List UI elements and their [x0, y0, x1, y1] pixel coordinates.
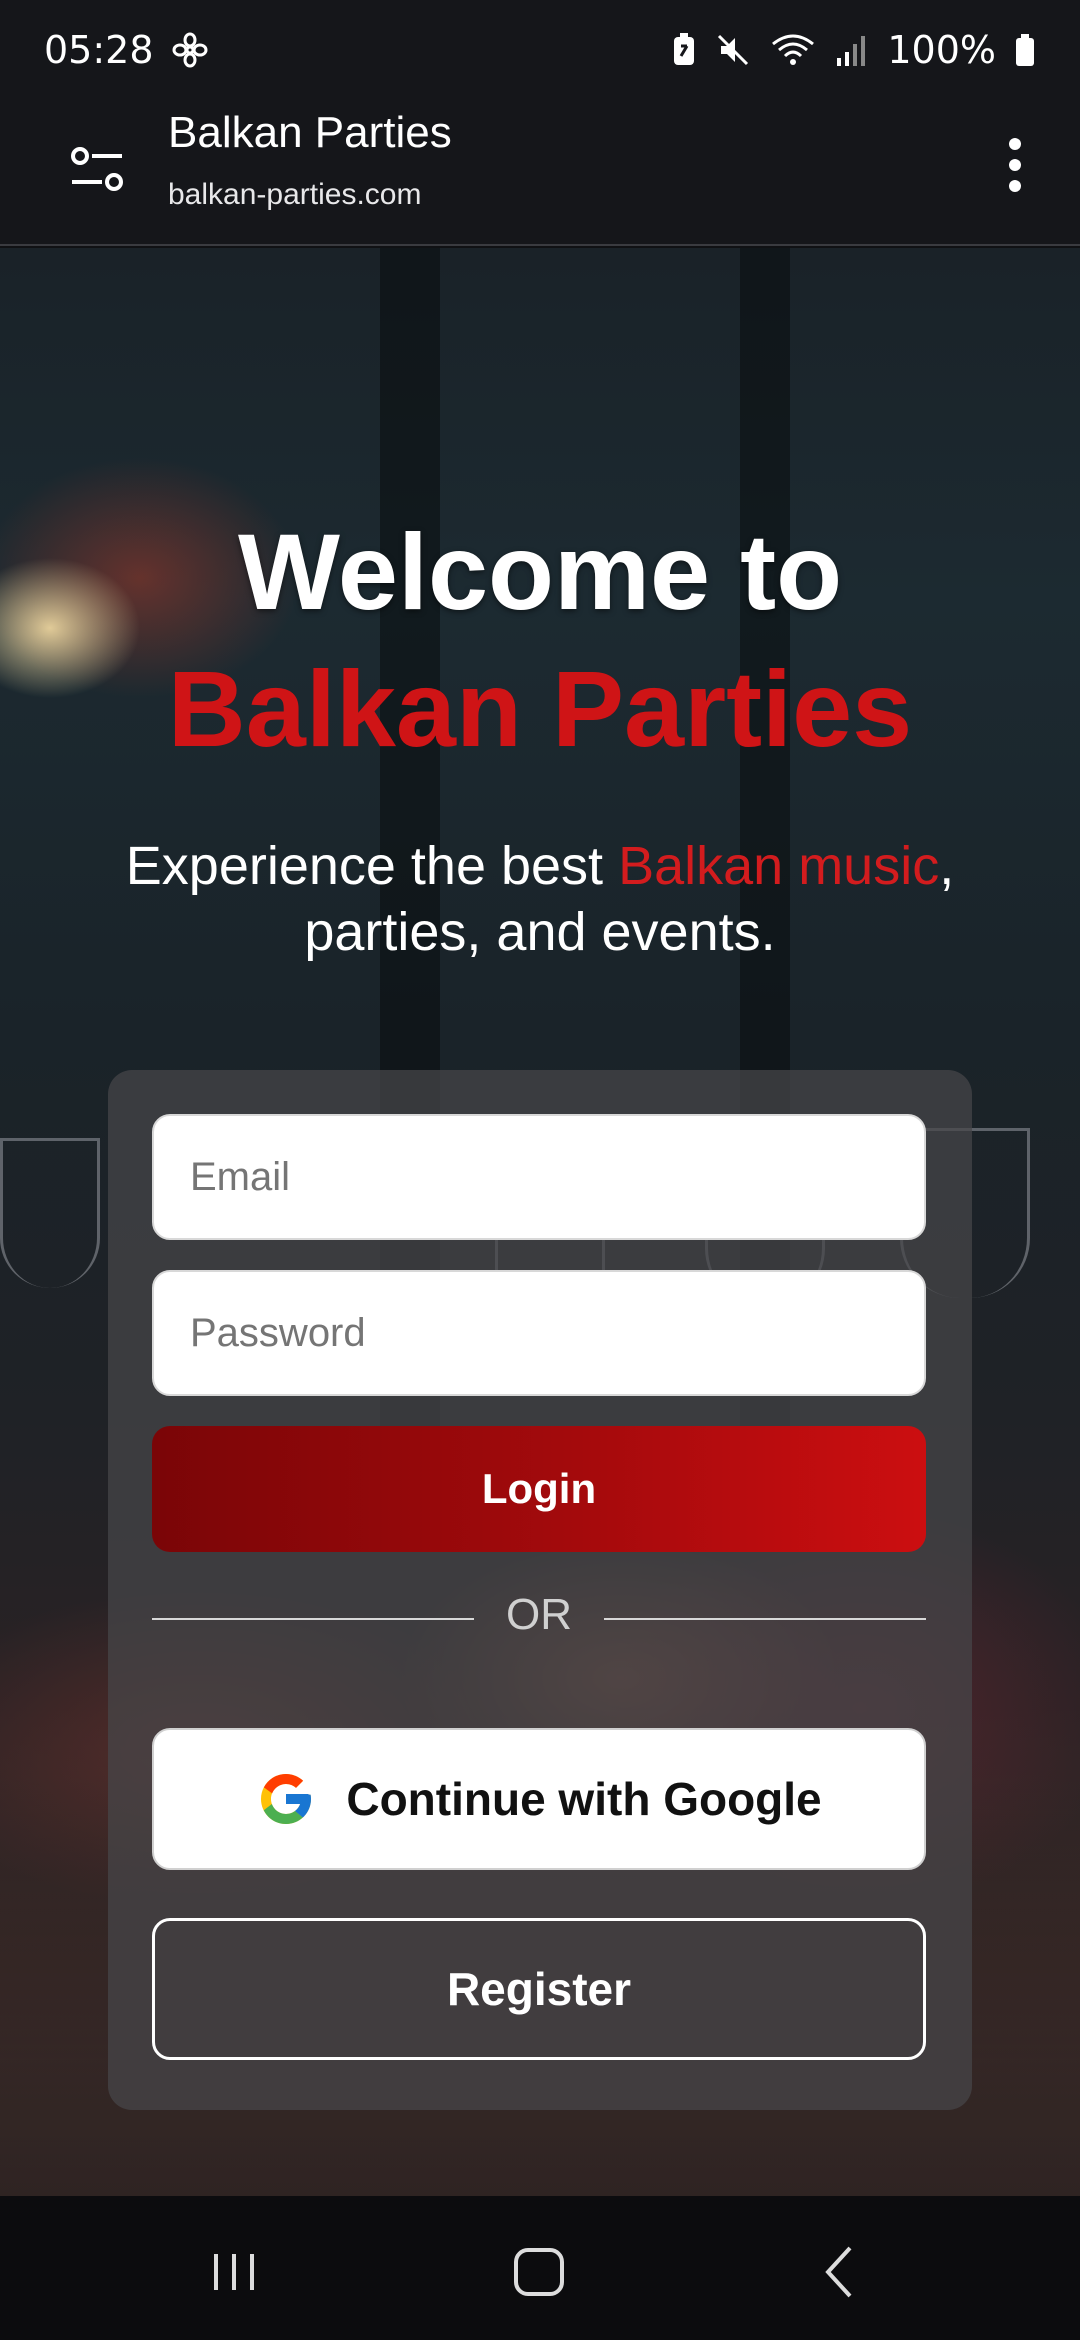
google-signin-button[interactable]: Continue with Google: [152, 1728, 926, 1870]
divider-line-left: [152, 1618, 474, 1620]
hero-subtitle-accent: Balkan music: [618, 836, 940, 896]
status-time: 05:28: [44, 28, 154, 72]
page-content: Welcome to Balkan Parties Experience the…: [0, 248, 1080, 2196]
divider-line-right: [604, 1618, 926, 1620]
signal-icon: [837, 36, 866, 66]
wifi-icon: [772, 34, 815, 65]
password-field[interactable]: [152, 1270, 926, 1396]
status-bar: 05:28 100%: [0, 0, 1080, 100]
screen: 05:28 100% Balkan Parties balkan-parties…: [0, 0, 1080, 2340]
email-field[interactable]: [152, 1114, 926, 1240]
home-icon[interactable]: [500, 2232, 580, 2312]
wine-glass-decoration: [0, 1138, 100, 1288]
hero-subtitle-pre: Experience the best: [125, 836, 619, 896]
hero-subtitle: Experience the best Balkan music, partie…: [120, 833, 960, 965]
login-card: Login OR Continue with Google Register: [108, 1070, 972, 2110]
more-vert-icon[interactable]: [990, 130, 1040, 200]
back-icon[interactable]: [800, 2232, 880, 2312]
register-button[interactable]: Register: [152, 1918, 926, 2060]
hero-title: Welcome to: [237, 511, 843, 632]
battery-saver-icon: [674, 33, 695, 65]
battery-icon: [1016, 34, 1034, 66]
battery-percent: 100%: [887, 28, 996, 72]
status-left: 05:28: [44, 28, 208, 72]
hero-title-accent: Balkan Parties: [167, 648, 913, 769]
recents-icon[interactable]: [196, 2232, 276, 2312]
site-url[interactable]: balkan-parties.com: [168, 178, 421, 212]
status-right: 100%: [671, 28, 1036, 72]
or-label: OR: [506, 1590, 572, 1639]
browser-toolbar: Balkan Parties balkan-parties.com: [0, 100, 1080, 246]
login-button[interactable]: Login: [152, 1426, 926, 1552]
mute-icon: [718, 34, 749, 66]
system-nav-bar: [0, 2196, 1080, 2340]
or-divider: OR: [152, 1590, 926, 1646]
site-title[interactable]: Balkan Parties: [168, 108, 452, 158]
google-button-label: Continue with Google: [346, 1773, 822, 1825]
tune-icon[interactable]: [66, 138, 128, 200]
fan-icon: [172, 32, 208, 68]
google-icon: [261, 1774, 312, 1824]
